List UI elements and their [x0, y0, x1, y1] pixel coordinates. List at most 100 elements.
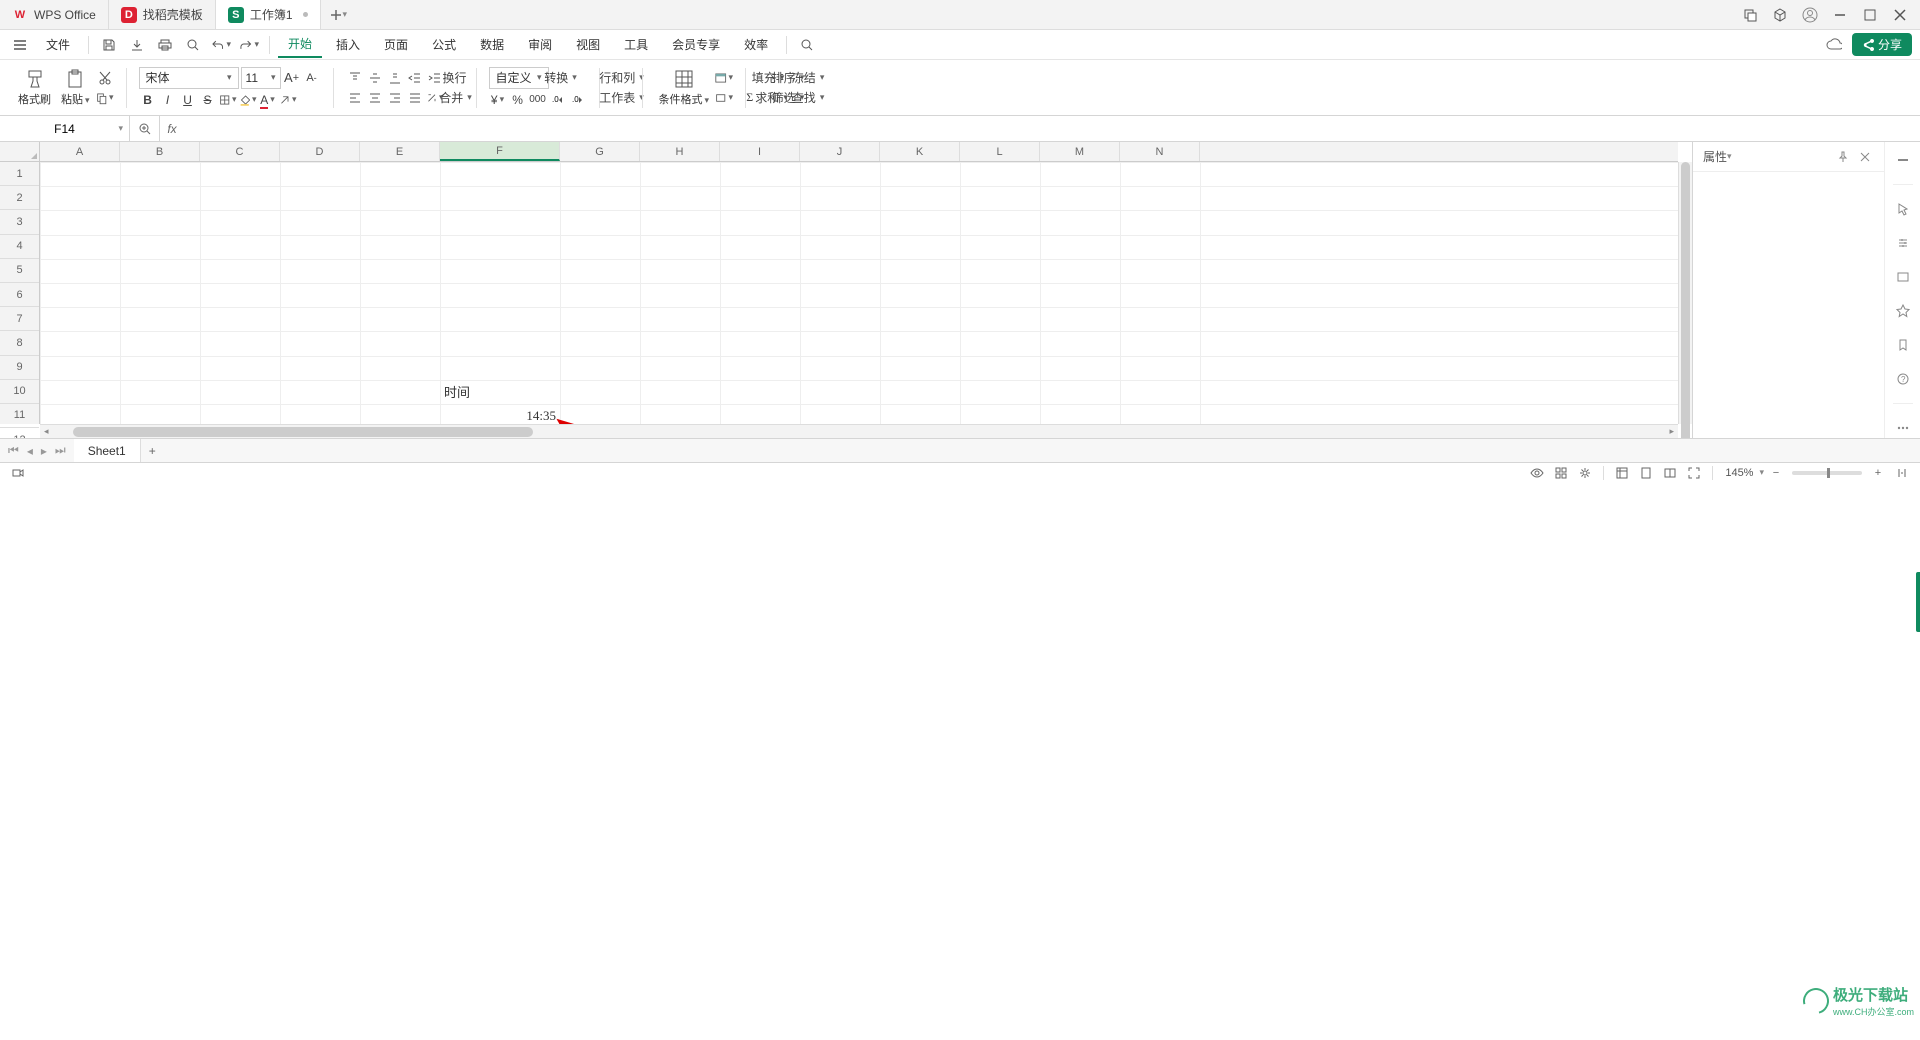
record-icon[interactable] [8, 463, 28, 483]
pin-icon[interactable] [1834, 148, 1852, 166]
maximize-button[interactable] [1862, 7, 1878, 23]
copy-button[interactable]: ▾ [96, 89, 114, 107]
wrap-text-button[interactable]: 换行 [446, 69, 464, 87]
merge-button[interactable]: 合并▾ [446, 89, 464, 107]
column-header[interactable]: N [1120, 142, 1200, 161]
layers-icon[interactable] [1893, 267, 1913, 287]
column-header[interactable]: B [120, 142, 200, 161]
cond-format-button[interactable]: 条件格式▾ [655, 69, 714, 107]
formula-input[interactable] [190, 121, 1914, 137]
menu-home[interactable]: 开始 [278, 31, 322, 58]
decrease-indent-button[interactable] [406, 69, 424, 87]
column-header[interactable]: A [40, 142, 120, 161]
hamburger-icon[interactable] [10, 35, 30, 55]
new-tab-button[interactable]: ▾ [321, 0, 356, 29]
freeze-button[interactable]: 冻结▾ [798, 69, 816, 87]
menu-membership[interactable]: 会员专享 [662, 32, 730, 57]
first-sheet-icon[interactable]: ⏮ [6, 443, 21, 458]
decrease-decimal-button[interactable]: .0 [569, 91, 587, 109]
menu-view[interactable]: 视图 [566, 32, 610, 57]
zoom-level[interactable]: 145% [1719, 467, 1759, 479]
menu-insert[interactable]: 插入 [326, 32, 370, 57]
find-button[interactable]: 查找▾ [798, 89, 816, 107]
cell-style-button[interactable]: ▾ [715, 89, 733, 107]
reading-view-icon[interactable] [1660, 463, 1680, 483]
align-left-button[interactable] [346, 89, 364, 107]
row-header[interactable]: 10 [0, 380, 39, 404]
fullscreen-icon[interactable] [1684, 463, 1704, 483]
menu-page[interactable]: 页面 [374, 32, 418, 57]
row-header[interactable]: 1 [0, 162, 39, 186]
paste-button[interactable]: 粘贴▾ [57, 69, 94, 107]
column-header[interactable]: M [1040, 142, 1120, 161]
close-button[interactable] [1892, 7, 1908, 23]
search-icon[interactable] [797, 35, 817, 55]
currency-button[interactable]: ¥▾ [489, 91, 507, 109]
minimize-button[interactable] [1832, 7, 1848, 23]
close-icon[interactable] [1856, 148, 1874, 166]
eye-icon[interactable] [1527, 463, 1547, 483]
right-edge-handle[interactable] [1916, 572, 1920, 632]
justify-button[interactable] [406, 89, 424, 107]
chevron-down-icon[interactable]: ▾ [1727, 151, 1732, 162]
align-middle-button[interactable] [366, 69, 384, 87]
menu-efficiency[interactable]: 效率 [734, 32, 778, 57]
row-header[interactable]: 5 [0, 259, 39, 283]
tab-template[interactable]: D 找稻壳模板 [109, 0, 216, 29]
italic-button[interactable]: I [159, 91, 177, 109]
number-format-select[interactable]: 自定义▾ [489, 67, 549, 89]
sheet-tab[interactable]: Sheet1 [74, 439, 141, 462]
add-sheet-button[interactable]: + [141, 444, 164, 458]
zoom-in-button[interactable]: + [1868, 463, 1888, 483]
row-header[interactable]: 9 [0, 356, 39, 380]
cut-button[interactable] [96, 69, 114, 87]
collapse-panel-icon[interactable] [1893, 150, 1913, 170]
row-header[interactable]: 8 [0, 331, 39, 355]
fx-label[interactable]: fx [160, 116, 184, 141]
decrease-font-button[interactable]: A- [303, 69, 321, 87]
column-header[interactable]: F [440, 142, 560, 161]
align-center-button[interactable] [366, 89, 384, 107]
redo-button[interactable]: ▾ [239, 35, 259, 55]
column-header[interactable]: I [720, 142, 800, 161]
row-header[interactable]: 3 [0, 210, 39, 234]
row-header[interactable]: 7 [0, 307, 39, 331]
tab-app[interactable]: W WPS Office [0, 0, 109, 29]
column-header[interactable]: E [360, 142, 440, 161]
cube-icon[interactable] [1772, 7, 1788, 23]
avatar-icon[interactable] [1802, 7, 1818, 23]
next-sheet-icon[interactable]: ▸ [39, 444, 49, 458]
expand-formula-icon[interactable] [130, 116, 160, 141]
normal-view-icon[interactable] [1612, 463, 1632, 483]
chevron-down-icon[interactable]: ▾ [1759, 467, 1764, 478]
underline-button[interactable]: U [179, 91, 197, 109]
prev-sheet-icon[interactable]: ◂ [25, 444, 35, 458]
chevron-down-icon[interactable]: ▾ [118, 123, 123, 134]
font-color-button[interactable]: A▾ [259, 91, 277, 109]
bookmark-icon[interactable] [1893, 335, 1913, 355]
help-icon[interactable]: ? [1893, 369, 1913, 389]
scroll-thumb[interactable] [73, 427, 533, 437]
column-header[interactable]: C [200, 142, 280, 161]
percent-button[interactable]: % [509, 91, 527, 109]
tab-workbook[interactable]: S 工作簿1 [216, 0, 321, 29]
page-view-icon[interactable] [1636, 463, 1656, 483]
scroll-thumb[interactable] [1681, 162, 1690, 438]
side-toggle-icon[interactable] [1892, 463, 1912, 483]
print-icon[interactable] [155, 35, 175, 55]
settings-icon[interactable] [1893, 233, 1913, 253]
thousands-button[interactable]: 000 [529, 91, 547, 109]
row-header[interactable]: 12 [0, 428, 39, 438]
column-header[interactable]: K [880, 142, 960, 161]
cell-reference-input[interactable] [8, 121, 121, 137]
increase-decimal-button[interactable]: .0 [549, 91, 567, 109]
select-tool-icon[interactable] [1893, 199, 1913, 219]
row-header[interactable]: 4 [0, 235, 39, 259]
share-button[interactable]: 分享 [1852, 33, 1912, 56]
cloud-icon[interactable] [1824, 35, 1844, 55]
menu-data[interactable]: 数据 [470, 32, 514, 57]
menu-tools[interactable]: 工具 [614, 32, 658, 57]
save-icon[interactable] [99, 35, 119, 55]
column-header[interactable]: H [640, 142, 720, 161]
table-style-button[interactable]: ▾ [715, 69, 733, 87]
